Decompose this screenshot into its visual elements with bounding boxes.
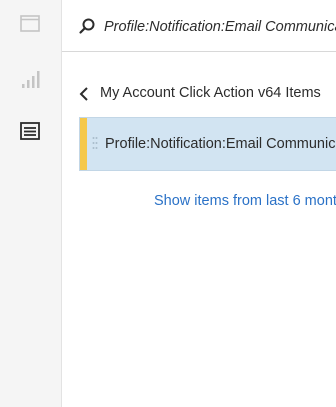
list-view-icon[interactable] [18, 119, 42, 143]
list-item[interactable]: Profile:Notification:Email Communication… [79, 117, 336, 171]
item-accent-bar [80, 118, 87, 170]
left-rail [0, 0, 62, 407]
show-more-link[interactable]: Show items from last 6 months [154, 193, 336, 209]
window-icon[interactable] [18, 12, 42, 36]
chevron-left-icon[interactable] [78, 86, 92, 102]
search-input[interactable] [104, 15, 336, 39]
main-panel: My Account Click Action v64 Items Profil… [62, 0, 336, 407]
drag-handle-icon[interactable] [92, 136, 98, 150]
search-bar [62, 0, 336, 52]
breadcrumb-title: My Account Click Action v64 Items [100, 85, 321, 101]
signal-bars-icon[interactable] [18, 67, 42, 91]
search-icon [79, 18, 95, 34]
list-item-label: Profile:Notification:Email Communication… [105, 136, 336, 152]
